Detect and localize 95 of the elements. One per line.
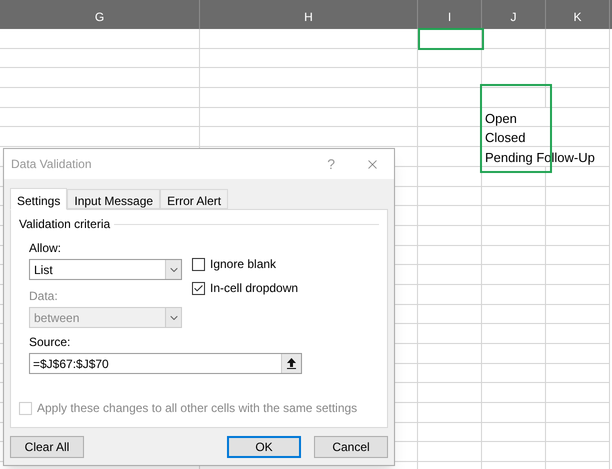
grid-cell[interactable]: Closed bbox=[482, 127, 610, 148]
dialog-button[interactable]: Cancel bbox=[314, 436, 388, 458]
grid-cell[interactable] bbox=[418, 324, 482, 344]
source-label: Source: bbox=[29, 334, 72, 351]
active-cell-border bbox=[418, 28, 484, 50]
grid-cell[interactable] bbox=[546, 364, 610, 384]
tab[interactable]: Settings bbox=[10, 188, 68, 210]
grid-cell[interactable] bbox=[418, 226, 482, 246]
grid-cell[interactable] bbox=[418, 48, 482, 68]
grid-cell[interactable] bbox=[482, 265, 546, 285]
grid-cell[interactable] bbox=[418, 442, 482, 462]
grid-cell[interactable]: Open bbox=[482, 108, 610, 128]
grid-cell[interactable] bbox=[418, 364, 482, 384]
column-header[interactable]: G bbox=[0, 0, 200, 29]
tab[interactable]: Error Alert bbox=[160, 189, 228, 209]
grid-cell[interactable] bbox=[418, 304, 482, 324]
grid-cell[interactable] bbox=[482, 403, 546, 423]
grid-cell[interactable] bbox=[546, 29, 610, 49]
column-header[interactable]: I bbox=[418, 0, 482, 29]
dialog-title: Data Validation bbox=[11, 156, 92, 173]
grid-cell[interactable] bbox=[418, 265, 482, 285]
grid-cell[interactable] bbox=[546, 442, 610, 462]
grid-cell[interactable] bbox=[200, 48, 418, 68]
grid-cell[interactable] bbox=[482, 422, 546, 442]
section-title: Validation criteria bbox=[19, 216, 110, 233]
allow-label: Allow: bbox=[29, 240, 62, 257]
grid-cell[interactable] bbox=[482, 226, 546, 246]
tab[interactable]: Input Message bbox=[67, 189, 160, 209]
grid-cell[interactable] bbox=[546, 48, 610, 68]
grid-cell[interactable] bbox=[482, 364, 546, 384]
grid-cell[interactable] bbox=[546, 206, 610, 226]
dropdown[interactable]: List bbox=[29, 259, 182, 280]
checkbox-label: Ignore blank bbox=[210, 256, 276, 273]
grid-cell[interactable] bbox=[200, 127, 418, 148]
grid-cell[interactable] bbox=[482, 284, 546, 305]
grid-cell[interactable] bbox=[418, 284, 482, 305]
grid-cell[interactable] bbox=[546, 68, 610, 88]
grid-cell[interactable] bbox=[546, 344, 610, 364]
dialog-button[interactable]: Clear All bbox=[10, 436, 84, 458]
grid-cell[interactable] bbox=[200, 68, 418, 88]
grid-cell[interactable] bbox=[546, 422, 610, 442]
grid-cell[interactable] bbox=[546, 265, 610, 285]
checkbox[interactable] bbox=[192, 282, 205, 294]
column-header[interactable]: J bbox=[482, 0, 546, 29]
grid-cell[interactable] bbox=[482, 166, 546, 186]
grid-cell[interactable] bbox=[482, 48, 546, 68]
grid-cell[interactable] bbox=[418, 344, 482, 364]
grid-cell[interactable] bbox=[482, 324, 546, 344]
grid-cell[interactable] bbox=[418, 383, 482, 404]
grid-cell[interactable] bbox=[418, 246, 482, 266]
check-icon bbox=[193, 282, 204, 294]
grid-cell[interactable] bbox=[418, 206, 482, 226]
grid-cell[interactable] bbox=[0, 48, 200, 68]
up-arrow-icon bbox=[287, 358, 296, 369]
dialog-button[interactable]: OK bbox=[227, 436, 301, 458]
grid-cell[interactable] bbox=[546, 246, 610, 266]
checkbox[interactable] bbox=[192, 258, 205, 270]
grid-cell[interactable] bbox=[200, 29, 418, 49]
grid-cell[interactable] bbox=[418, 186, 482, 206]
grid-cell[interactable] bbox=[418, 68, 482, 88]
grid-cell[interactable] bbox=[200, 108, 418, 128]
grid-cell[interactable] bbox=[546, 88, 610, 108]
source-field[interactable]: =$J$67:$J$70 bbox=[29, 353, 302, 374]
grid-cell[interactable] bbox=[546, 304, 610, 324]
collapse-button[interactable] bbox=[281, 354, 301, 373]
grid-cell[interactable] bbox=[482, 29, 546, 49]
grid-cell[interactable] bbox=[482, 186, 546, 206]
grid-cell[interactable] bbox=[482, 88, 546, 108]
grid-cell[interactable] bbox=[482, 383, 546, 404]
grid-cell[interactable] bbox=[0, 29, 200, 49]
checkbox-label: Apply these changes to all other cells with the same settings bbox=[37, 400, 358, 417]
grid-cell[interactable] bbox=[0, 88, 200, 108]
grid-cell[interactable] bbox=[0, 108, 200, 128]
grid-cell[interactable] bbox=[546, 166, 610, 186]
grid-cell[interactable] bbox=[482, 442, 546, 462]
grid-cell[interactable] bbox=[482, 246, 546, 266]
grid-cell[interactable] bbox=[0, 127, 200, 148]
grid-cell[interactable] bbox=[482, 344, 546, 364]
grid-cell[interactable] bbox=[418, 422, 482, 442]
column-header[interactable]: H bbox=[200, 0, 418, 29]
grid-cell[interactable] bbox=[546, 403, 610, 423]
grid-cell[interactable] bbox=[482, 304, 546, 324]
grid-cell[interactable] bbox=[0, 68, 200, 88]
grid-cell[interactable] bbox=[200, 88, 418, 108]
grid-cell[interactable] bbox=[546, 186, 610, 206]
grid-cell[interactable] bbox=[546, 383, 610, 404]
data-label: Data: bbox=[29, 288, 59, 305]
grid-cell[interactable] bbox=[418, 403, 482, 423]
grid-cell[interactable] bbox=[546, 226, 610, 246]
grid-cell[interactable] bbox=[482, 68, 546, 88]
grid-cell[interactable] bbox=[546, 324, 610, 344]
column-header[interactable]: K bbox=[546, 0, 610, 29]
grid-cell[interactable] bbox=[482, 206, 546, 226]
checkbox-label: In-cell dropdown bbox=[210, 280, 298, 297]
grid-cell[interactable] bbox=[546, 284, 610, 305]
